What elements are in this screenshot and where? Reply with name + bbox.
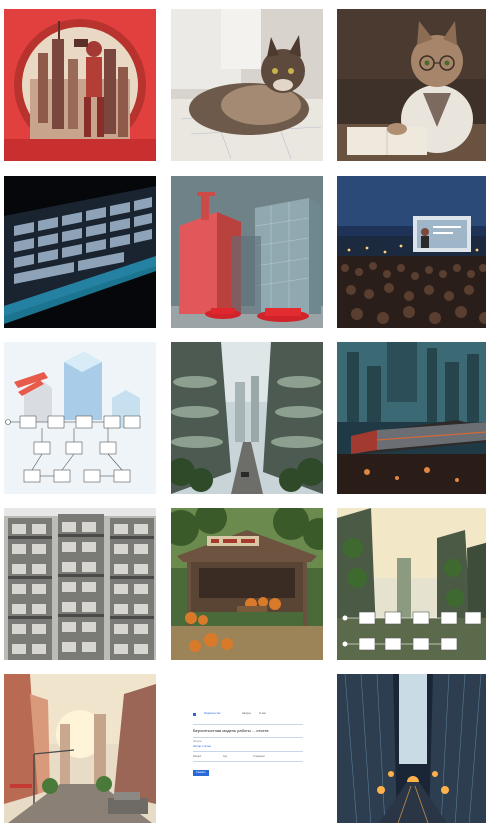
- engraving-figure-image: [4, 9, 156, 161]
- gallery-tile-green-street[interactable]: [171, 342, 323, 494]
- rustic-market-stall-image: [171, 508, 323, 660]
- nav-link-authors[interactable]: Авторы: [242, 712, 251, 716]
- header-divider: [193, 724, 303, 725]
- gallery-tile-neon-canyon[interactable]: [337, 674, 486, 823]
- gallery-tile-screen-crowd[interactable]: [337, 176, 486, 328]
- gallery-tile-isometric-flowchart[interactable]: [4, 342, 156, 494]
- meta-row: Раздел Год Страницы: [193, 755, 303, 758]
- meta-divider: [193, 751, 303, 752]
- outdoor-screen-crowd-image: [337, 176, 486, 328]
- gallery-tile-keyboard[interactable]: [4, 176, 156, 328]
- cat-with-glasses-image: [337, 9, 486, 161]
- scifi-train-city-image: [337, 342, 486, 494]
- gallery-tile-scifi-train[interactable]: [337, 342, 486, 494]
- gallery-tile-market-stall[interactable]: [171, 508, 323, 660]
- isometric-flowchart-image: [4, 342, 156, 494]
- title-divider: [193, 736, 303, 738]
- site-logo-icon: [193, 713, 196, 716]
- gallery-tile-apartment-block[interactable]: [4, 508, 156, 660]
- nav-link-about[interactable]: О нас: [259, 712, 266, 716]
- cat-on-blueprints-image: [171, 9, 323, 161]
- document-header: Издательство Авторы О нас: [193, 712, 303, 716]
- gallery-tile-modern-towers[interactable]: [171, 176, 323, 328]
- futuristic-green-street-image: [171, 342, 323, 494]
- gallery-tile-engraving-figure[interactable]: [4, 9, 156, 161]
- meta-section: Раздел: [193, 754, 202, 758]
- document-page: Издательство Авторы О нас Вероятностная …: [193, 712, 303, 812]
- neon-canyon-city-image: [337, 674, 486, 823]
- footer-divider: [193, 760, 303, 762]
- modern-towers-image: [171, 176, 323, 328]
- gallery-tile-green-towers-flowchart[interactable]: [337, 508, 486, 660]
- green-towers-flowchart-image: [337, 508, 486, 660]
- sunny-city-street-image: [4, 674, 156, 823]
- meta-year: Год: [223, 754, 227, 758]
- author-link[interactable]: Автор статьи: [193, 744, 303, 748]
- gallery-tile-document-screenshot[interactable]: Издательство Авторы О нас Вероятностная …: [171, 674, 323, 823]
- gallery-tile-cat-blueprints[interactable]: [171, 9, 323, 161]
- download-button[interactable]: Скачать: [193, 770, 209, 777]
- site-brand[interactable]: Издательство: [204, 712, 234, 715]
- dense-apartment-block-image: [4, 508, 156, 660]
- gallery-tile-cat-glasses[interactable]: [337, 9, 486, 161]
- gaming-keyboard-image: [4, 176, 156, 328]
- article-title: Вероятностная модель работы ... отчета: [193, 727, 269, 733]
- gallery-tile-sunny-street[interactable]: [4, 674, 156, 823]
- image-gallery-grid: Издательство Авторы О нас Вероятностная …: [0, 0, 486, 823]
- meta-pages: Страницы: [253, 754, 265, 758]
